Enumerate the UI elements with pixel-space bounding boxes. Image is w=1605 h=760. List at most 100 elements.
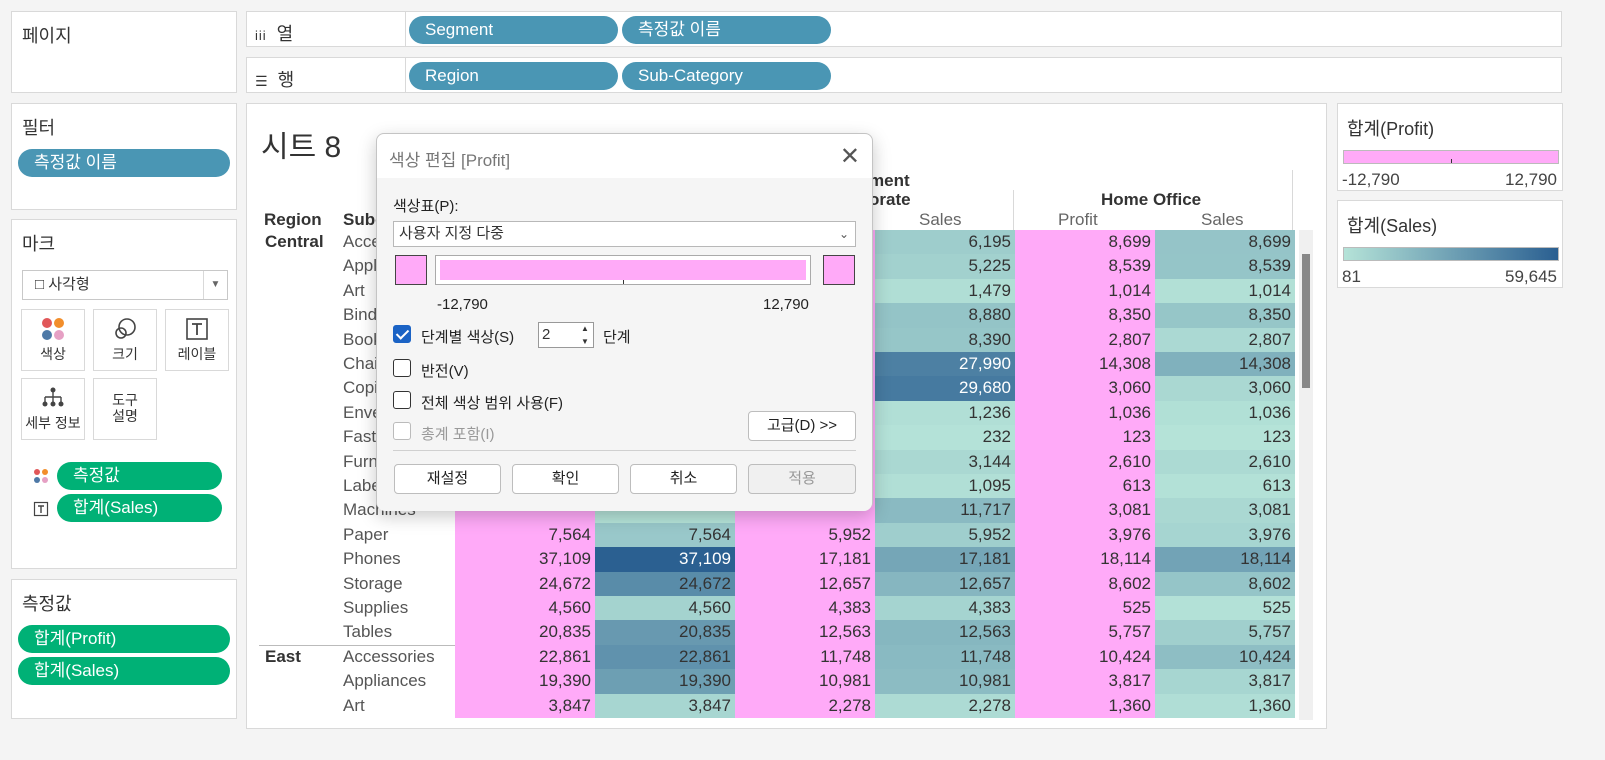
sales-cell[interactable]: 19,390 xyxy=(595,669,735,694)
profit-cell[interactable]: 12,563 xyxy=(735,620,875,645)
sales-cell[interactable]: 11,748 xyxy=(875,644,1015,670)
sales-cell[interactable]: 5,952 xyxy=(875,522,1015,548)
mark-field-measure-values[interactable]: 측정값 xyxy=(57,462,222,490)
sales-cell[interactable]: 1,360 xyxy=(1155,693,1295,718)
sales-cell[interactable]: 10,981 xyxy=(875,669,1015,694)
profit-cell[interactable]: 11,748 xyxy=(735,644,875,670)
row-pill-region[interactable]: Region xyxy=(409,62,618,90)
stepped-color-checkbox[interactable] xyxy=(393,325,411,343)
detail-button[interactable]: 세부 정보 xyxy=(21,378,85,440)
chevron-down-icon[interactable]: ▼ xyxy=(203,271,227,299)
profit-cell[interactable]: 1,360 xyxy=(1015,693,1155,718)
profit-cell[interactable]: 123 xyxy=(1015,425,1155,450)
measure-value-sum-profit[interactable]: 합계(Profit) xyxy=(18,625,230,653)
reset-button[interactable]: 재설정 xyxy=(394,464,501,494)
profit-cell[interactable]: 37,109 xyxy=(455,547,595,572)
ok-button[interactable]: 확인 xyxy=(512,464,619,494)
tooltip-button[interactable]: 도구 설명 xyxy=(93,378,157,440)
cancel-button[interactable]: 취소 xyxy=(630,464,737,494)
close-icon[interactable]: ✕ xyxy=(840,142,860,171)
profit-cell[interactable]: 1,014 xyxy=(1015,278,1155,304)
profit-cell[interactable]: 2,278 xyxy=(735,693,875,718)
sales-cell[interactable]: 37,109 xyxy=(595,547,735,572)
profit-cell[interactable]: 3,817 xyxy=(1015,669,1155,694)
sales-cell[interactable]: 1,479 xyxy=(875,278,1015,304)
sales-cell[interactable]: 20,835 xyxy=(595,620,735,645)
sales-cell[interactable]: 8,539 xyxy=(1155,254,1295,279)
profit-cell[interactable]: 24,672 xyxy=(455,571,595,596)
profit-cell[interactable]: 10,424 xyxy=(1015,644,1155,670)
profit-cell[interactable]: 10,981 xyxy=(735,669,875,694)
sales-cell[interactable]: 27,990 xyxy=(875,352,1015,377)
reversed-checkbox[interactable] xyxy=(393,359,411,377)
sales-cell[interactable]: 7,564 xyxy=(595,522,735,548)
sales-cell[interactable]: 123 xyxy=(1155,425,1295,450)
size-button[interactable]: 크기 xyxy=(93,309,157,371)
sales-cell[interactable]: 1,014 xyxy=(1155,278,1295,304)
sales-cell[interactable]: 3,847 xyxy=(595,693,735,718)
sales-cell[interactable]: 5,225 xyxy=(875,254,1015,279)
scrollbar-thumb[interactable] xyxy=(1302,254,1310,388)
label-button[interactable]: 레이블 xyxy=(165,309,229,371)
profit-cell[interactable]: 19,390 xyxy=(455,669,595,694)
column-pill-segment[interactable]: Segment xyxy=(409,16,618,44)
profit-cell[interactable]: 17,181 xyxy=(735,547,875,572)
sales-cell[interactable]: 17,181 xyxy=(875,547,1015,572)
profit-cell[interactable]: 22,861 xyxy=(455,644,595,670)
sales-cell[interactable]: 4,560 xyxy=(595,596,735,621)
sales-cell[interactable]: 8,602 xyxy=(1155,571,1295,596)
start-color-swatch[interactable] xyxy=(395,255,427,285)
filter-pill-measure-names[interactable]: 측정값 이름 xyxy=(18,149,230,177)
profit-cell[interactable]: 20,835 xyxy=(455,620,595,645)
sales-cell[interactable]: 232 xyxy=(875,425,1015,450)
sales-cell[interactable]: 525 xyxy=(1155,596,1295,621)
sales-cell[interactable]: 14,308 xyxy=(1155,352,1295,377)
sales-cell[interactable]: 1,036 xyxy=(1155,400,1295,426)
profit-cell[interactable]: 8,350 xyxy=(1015,303,1155,328)
sales-legend-bar[interactable] xyxy=(1343,247,1559,261)
profit-cell[interactable]: 1,036 xyxy=(1015,400,1155,426)
end-color-swatch[interactable] xyxy=(823,255,855,285)
full-color-range-checkbox[interactable] xyxy=(393,391,411,409)
row-pill-sub-category[interactable]: Sub-Category xyxy=(622,62,831,90)
sales-cell[interactable]: 3,060 xyxy=(1155,376,1295,401)
sales-cell[interactable]: 8,350 xyxy=(1155,303,1295,328)
sales-cell[interactable]: 18,114 xyxy=(1155,547,1295,572)
measure-value-sum-sales[interactable]: 합계(Sales) xyxy=(18,657,230,685)
sales-cell[interactable]: 613 xyxy=(1155,474,1295,499)
profit-cell[interactable]: 613 xyxy=(1015,474,1155,499)
profit-cell[interactable]: 7,564 xyxy=(455,522,595,548)
sales-cell[interactable]: 8,880 xyxy=(875,303,1015,328)
decrement-arrow-icon[interactable]: ▼ xyxy=(578,336,592,347)
profit-cell[interactable]: 3,847 xyxy=(455,693,595,718)
vertical-scrollbar[interactable] xyxy=(1299,230,1313,720)
profit-legend-bar[interactable] xyxy=(1343,150,1559,164)
sales-cell[interactable]: 3,976 xyxy=(1155,522,1295,548)
profit-cell[interactable]: 14,308 xyxy=(1015,352,1155,377)
sales-cell[interactable]: 29,680 xyxy=(875,376,1015,401)
steps-stepper[interactable]: 2 ▲ ▼ xyxy=(538,322,594,348)
sales-cell[interactable]: 12,563 xyxy=(875,620,1015,645)
profit-cell[interactable]: 4,383 xyxy=(735,596,875,621)
profit-cell[interactable]: 2,610 xyxy=(1015,449,1155,474)
sales-cell[interactable]: 1,236 xyxy=(875,400,1015,426)
mark-field-sum-sales[interactable]: 합계(Sales) xyxy=(57,494,222,522)
apply-button[interactable]: 적용 xyxy=(748,464,856,494)
profit-cell[interactable]: 3,976 xyxy=(1015,522,1155,548)
profit-cell[interactable]: 4,560 xyxy=(455,596,595,621)
palette-select[interactable]: 사용자 지정 다중 ⌄ xyxy=(393,221,856,247)
profit-cell[interactable]: 8,602 xyxy=(1015,571,1155,596)
sales-cell[interactable]: 8,699 xyxy=(1155,230,1295,255)
column-pill-measure-names[interactable]: 측정값 이름 xyxy=(622,16,831,44)
sales-cell[interactable]: 1,095 xyxy=(875,474,1015,499)
sales-cell[interactable]: 6,195 xyxy=(875,230,1015,255)
profit-cell[interactable]: 525 xyxy=(1015,596,1155,621)
sales-cell[interactable]: 3,817 xyxy=(1155,669,1295,694)
sales-cell[interactable]: 5,757 xyxy=(1155,620,1295,645)
advanced-button[interactable]: 고급(D) >> xyxy=(748,411,856,441)
profit-cell[interactable]: 5,757 xyxy=(1015,620,1155,645)
sales-cell[interactable]: 3,144 xyxy=(875,449,1015,474)
include-totals-checkbox[interactable] xyxy=(393,422,411,440)
profit-cell[interactable]: 3,060 xyxy=(1015,376,1155,401)
sales-cell[interactable]: 24,672 xyxy=(595,571,735,596)
